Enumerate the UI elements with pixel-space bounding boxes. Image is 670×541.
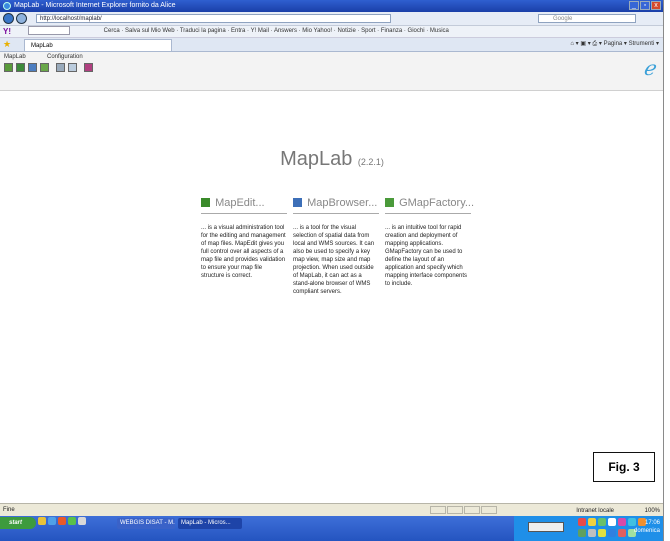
mapbrowser-icon bbox=[293, 198, 302, 207]
window-controls: _ ▫ x bbox=[629, 1, 661, 10]
tool-column: MapEdit... ... is a visual administratio… bbox=[201, 195, 287, 280]
toolbar-item[interactable]: Mio Yahoo! bbox=[302, 28, 332, 34]
toolbar-item[interactable]: Giochi bbox=[408, 28, 425, 34]
tool-column: GMapFactory... ... is an intuitive tool … bbox=[385, 195, 474, 288]
app-title: MapLab bbox=[280, 148, 353, 170]
app-header: MapLab Configuration ℯ bbox=[0, 52, 663, 91]
status-text: Fine bbox=[3, 507, 15, 513]
mapedit-alt-icon[interactable] bbox=[16, 63, 25, 72]
toolbar-item[interactable]: Salva sul Mio Web bbox=[125, 28, 175, 34]
home-icon[interactable]: ⌂ bbox=[570, 41, 574, 47]
quick-launch-icon[interactable] bbox=[78, 517, 86, 525]
brand-e-icon: ℯ bbox=[643, 56, 655, 80]
taskbar: start WEBGIS DISAT - M... MapLab - Micro… bbox=[0, 516, 663, 541]
mapbrowser-icon[interactable] bbox=[28, 63, 37, 72]
menu-configuration[interactable]: Configuration bbox=[47, 54, 83, 60]
maximize-button[interactable]: ▫ bbox=[640, 1, 650, 10]
back-icon[interactable] bbox=[3, 13, 14, 24]
clock-time: 17:06 bbox=[644, 520, 660, 526]
mapedit-icon[interactable] bbox=[4, 63, 13, 72]
tray-widget[interactable] bbox=[528, 522, 564, 532]
feeds-icon[interactable]: ▣ bbox=[580, 41, 586, 47]
toolbar-item[interactable]: Musica bbox=[430, 28, 449, 34]
page-menu[interactable]: Pagina bbox=[604, 41, 623, 47]
quick-launch bbox=[38, 517, 86, 525]
quick-launch-icon[interactable] bbox=[48, 517, 56, 525]
minimize-button[interactable]: _ bbox=[629, 1, 639, 10]
start-button[interactable]: start bbox=[0, 517, 36, 529]
close-button[interactable]: x bbox=[651, 1, 661, 10]
search-input[interactable]: Google bbox=[538, 14, 636, 23]
address-bar: http://localhost/maplab/ Google bbox=[0, 12, 663, 26]
gmapfactory-icon[interactable] bbox=[40, 63, 49, 72]
status-cells bbox=[430, 506, 497, 514]
toolbar-item[interactable]: Y! Mail bbox=[251, 28, 269, 34]
url-input[interactable]: http://localhost/maplab/ bbox=[36, 14, 391, 23]
tool-heading[interactable]: MapBrowser... bbox=[293, 195, 379, 214]
app-version: (2.2.1) bbox=[357, 157, 384, 167]
gmapfactory-icon bbox=[385, 198, 394, 207]
tools-icon[interactable] bbox=[68, 63, 77, 72]
app-icon-toolbar bbox=[4, 63, 93, 72]
tab-maplab[interactable]: MapLab bbox=[24, 39, 172, 51]
main-content: MapLab (2.2.1) MapEdit... ... is a visua… bbox=[0, 100, 663, 500]
mapedit-icon bbox=[201, 198, 210, 207]
yahoo-logo[interactable]: Y! bbox=[3, 26, 11, 37]
tool-description: ... is a tool for the visual selection o… bbox=[293, 225, 375, 295]
tab-bar: ★ MapLab ⌂ ▾ ▣ ▾ ⎙ ▾ Pagina ▾ Strumenti … bbox=[0, 38, 663, 52]
yahoo-search-input[interactable] bbox=[28, 26, 70, 35]
help-icon[interactable] bbox=[84, 63, 93, 72]
tool-name[interactable]: MapEdit... bbox=[215, 197, 265, 209]
forward-icon[interactable] bbox=[16, 13, 27, 24]
toolbar-item[interactable]: Traduci la pagina bbox=[180, 28, 226, 34]
window-title: MapLab - Microsoft Internet Explorer for… bbox=[14, 2, 176, 9]
command-bar: ⌂ ▾ ▣ ▾ ⎙ ▾ Pagina ▾ Strumenti ▾ bbox=[570, 41, 659, 47]
toolbar-item[interactable]: Answers bbox=[274, 28, 297, 34]
clock[interactable]: 17:06 domenica bbox=[634, 519, 660, 535]
toolbar-item[interactable]: Sport bbox=[361, 28, 375, 34]
tool-description: ... is a visual administration tool for … bbox=[201, 225, 286, 279]
menu-maplab[interactable]: MapLab bbox=[4, 54, 26, 60]
tool-description: ... is an intuitive tool for rapid creat… bbox=[385, 225, 468, 287]
quick-launch-icon[interactable] bbox=[68, 517, 76, 525]
config-icon[interactable] bbox=[56, 63, 65, 72]
ie-icon bbox=[3, 2, 11, 10]
taskbar-button-webgis[interactable]: WEBGIS DISAT - M... bbox=[117, 518, 175, 529]
system-tray: 17:06 domenica bbox=[514, 516, 663, 541]
toolbar-item[interactable]: Finanza bbox=[381, 28, 402, 34]
tool-column: MapBrowser... ... is a tool for the visu… bbox=[293, 195, 379, 296]
quick-launch-icon[interactable] bbox=[58, 517, 66, 525]
tools-menu[interactable]: Strumenti bbox=[629, 41, 655, 47]
page-title: MapLab (2.2.1) bbox=[0, 148, 663, 171]
toolbar-item[interactable]: Cerca bbox=[104, 28, 120, 34]
quick-launch-icon[interactable] bbox=[38, 517, 46, 525]
figure-label: Fig. 3 bbox=[593, 452, 655, 482]
status-bar: Fine Intranet locale 100% bbox=[0, 503, 663, 516]
taskbar-button-maplab[interactable]: MapLab - Micros... bbox=[178, 518, 242, 529]
window-title-bar: MapLab - Microsoft Internet Explorer for… bbox=[0, 0, 663, 12]
yahoo-toolbar: Y! Cerca · Salva sul Mio Web · Traduci l… bbox=[0, 26, 663, 38]
toolbar-item[interactable]: Entra bbox=[231, 28, 245, 34]
favorites-star-icon[interactable]: ★ bbox=[3, 39, 11, 49]
print-icon[interactable]: ⎙ bbox=[592, 41, 597, 47]
tool-heading[interactable]: MapEdit... bbox=[201, 195, 287, 214]
clock-day: domenica bbox=[633, 528, 660, 534]
tool-name[interactable]: MapBrowser... bbox=[307, 197, 377, 209]
toolbar-item[interactable]: Notizie bbox=[337, 28, 355, 34]
browser-window: MapLab - Microsoft Internet Explorer for… bbox=[0, 0, 664, 541]
tool-heading[interactable]: GMapFactory... bbox=[385, 195, 474, 214]
tool-name[interactable]: GMapFactory... bbox=[399, 197, 474, 209]
